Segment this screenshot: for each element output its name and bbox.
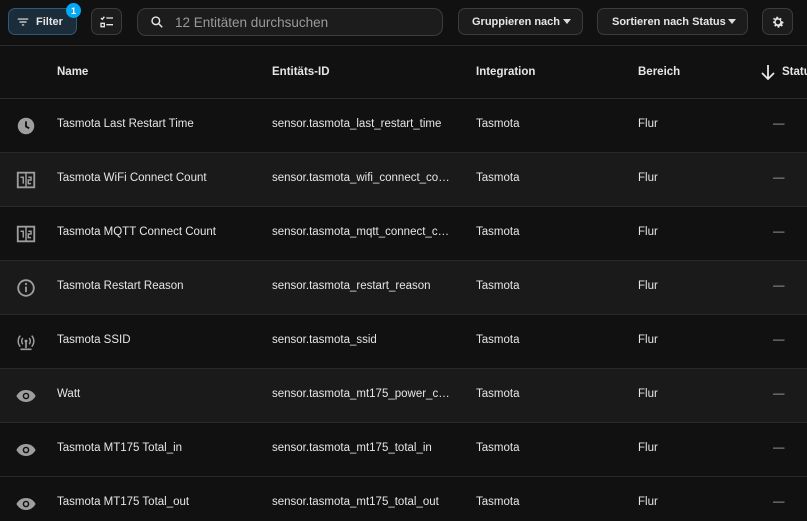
entity-status: —: [773, 388, 785, 400]
entity-id: sensor.tasmota_mt175_power_curr: [272, 388, 450, 400]
search-box[interactable]: [137, 8, 443, 36]
table-row[interactable]: Tasmota MQTT Connect Count sensor.tasmot…: [0, 207, 807, 261]
checklist-icon: [99, 15, 113, 27]
table-row[interactable]: Tasmota SSID sensor.tasmota_ssid Tasmota…: [0, 315, 807, 369]
column-header-entity-id[interactable]: Entitäts-ID: [272, 66, 330, 78]
entity-status: —: [773, 226, 785, 238]
settings-button[interactable]: [762, 8, 793, 35]
eye-icon: [16, 444, 36, 456]
entity-integration: Tasmota: [476, 442, 520, 454]
entity-integration: Tasmota: [476, 118, 520, 130]
column-header-integration[interactable]: Integration: [476, 66, 535, 78]
entity-id: sensor.tasmota_wifi_connect_count: [272, 172, 450, 184]
toolbar: Filter 1 Gruppieren nach Sortieren nach …: [0, 0, 807, 46]
gear-icon: [772, 16, 784, 28]
group-by-button[interactable]: Gruppieren nach: [458, 8, 583, 35]
counter-icon: [16, 171, 36, 189]
arrow-down-icon[interactable]: [760, 64, 776, 81]
column-header-name[interactable]: Name: [57, 66, 88, 78]
table-row[interactable]: Tasmota MT175 Total_out sensor.tasmota_m…: [0, 477, 807, 521]
entity-id: sensor.tasmota_restart_reason: [272, 280, 431, 292]
filter-count-badge: 1: [66, 3, 81, 18]
table-row[interactable]: Watt sensor.tasmota_mt175_power_curr Tas…: [0, 369, 807, 423]
entity-area: Flur: [638, 280, 658, 292]
entity-id: sensor.tasmota_mt175_total_in: [272, 442, 432, 454]
entity-area: Flur: [638, 496, 658, 508]
entity-name: Watt: [57, 388, 81, 400]
search-input[interactable]: [175, 14, 425, 30]
table-header: Name Entitäts-ID Integration Bereich Sta…: [0, 47, 807, 99]
entity-area: Flur: [638, 334, 658, 346]
entity-name: Tasmota Last Restart Time: [57, 118, 194, 130]
entity-area: Flur: [638, 172, 658, 184]
entity-status: —: [773, 172, 785, 184]
table-row[interactable]: Tasmota WiFi Connect Count sensor.tasmot…: [0, 153, 807, 207]
selection-mode-button[interactable]: [91, 8, 122, 35]
entity-integration: Tasmota: [476, 226, 520, 238]
search-icon: [151, 16, 163, 28]
table-row[interactable]: Tasmota Restart Reason sensor.tasmota_re…: [0, 261, 807, 315]
entity-integration: Tasmota: [476, 334, 520, 346]
entity-integration: Tasmota: [476, 280, 520, 292]
entity-id: sensor.tasmota_mqtt_connect_count: [272, 226, 450, 238]
entity-id: sensor.tasmota_mt175_total_out: [272, 496, 439, 508]
entity-name: Tasmota WiFi Connect Count: [57, 172, 207, 184]
entity-id: sensor.tasmota_last_restart_time: [272, 118, 442, 130]
filter-label: Filter: [36, 15, 63, 28]
entity-status: —: [773, 118, 785, 130]
entity-name: Tasmota MT175 Total_in: [57, 442, 183, 454]
entity-name: Tasmota SSID: [57, 334, 131, 346]
entity-integration: Tasmota: [476, 496, 520, 508]
entity-area: Flur: [638, 226, 658, 238]
filter-icon: [17, 18, 29, 25]
entity-name: Tasmota MQTT Connect Count: [57, 226, 216, 238]
entity-status: —: [773, 442, 785, 454]
group-by-label: Gruppieren nach: [472, 15, 561, 28]
entity-integration: Tasmota: [476, 388, 520, 400]
chevron-down-icon: [563, 19, 571, 24]
table-row[interactable]: Tasmota MT175 Total_in sensor.tasmota_mt…: [0, 423, 807, 477]
entity-integration: Tasmota: [476, 172, 520, 184]
info-icon: [17, 279, 35, 297]
access-point-icon: [17, 335, 35, 351]
sort-label: Sortieren nach Status: [612, 15, 726, 28]
entity-area: Flur: [638, 118, 658, 130]
eye-icon: [16, 498, 36, 510]
table-row[interactable]: Tasmota Last Restart Time sensor.tasmota…: [0, 99, 807, 153]
eye-icon: [16, 390, 36, 402]
column-header-status[interactable]: Status: [782, 66, 807, 78]
chevron-down-icon: [728, 19, 736, 24]
entity-status: —: [773, 280, 785, 292]
entity-name: Tasmota MT175 Total_out: [57, 496, 190, 508]
entity-status: —: [773, 496, 785, 508]
counter-icon: [16, 225, 36, 243]
entity-area: Flur: [638, 388, 658, 400]
entity-status: —: [773, 334, 785, 346]
entity-id: sensor.tasmota_ssid: [272, 334, 377, 346]
entity-name: Tasmota Restart Reason: [57, 280, 184, 292]
sort-button[interactable]: Sortieren nach Status: [597, 8, 748, 35]
column-header-area[interactable]: Bereich: [638, 66, 680, 78]
clock-icon: [17, 117, 35, 135]
entity-area: Flur: [638, 442, 658, 454]
